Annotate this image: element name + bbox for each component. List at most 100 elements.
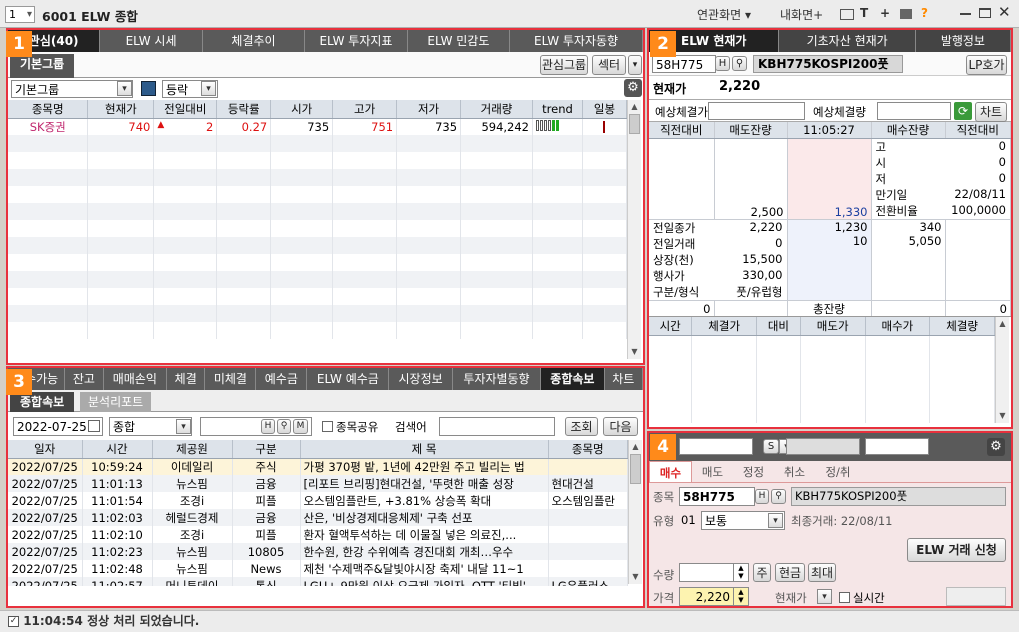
trade-col-qty[interactable]: 체결량 xyxy=(929,317,995,336)
tab-issue-info[interactable]: 발행정보 xyxy=(916,30,1011,52)
col-open[interactable]: 시가 xyxy=(270,100,334,119)
monitor-icon[interactable] xyxy=(840,9,854,20)
cash-button[interactable]: 현금 xyxy=(775,563,805,582)
print-icon[interactable] xyxy=(900,9,912,19)
scroll-thumb[interactable] xyxy=(630,454,641,484)
lp-quote-button[interactable]: LP호가 xyxy=(966,55,1007,75)
related-screen-menu[interactable]: 연관화면 ▾ xyxy=(697,6,751,23)
news-scrollbar[interactable]: ▲ ▼ xyxy=(628,440,642,584)
tab-elw-investor[interactable]: ELW 투자자동향 xyxy=(510,30,644,52)
chevron-down-icon[interactable]: ▾ xyxy=(768,513,783,528)
tab-modify-cancel[interactable]: 정/취 xyxy=(815,461,861,482)
more-dropdown-icon[interactable]: ▾ xyxy=(628,55,642,75)
col-name[interactable]: 종목명 xyxy=(8,100,89,119)
tab-elw-deposit[interactable]: ELW 예수금 xyxy=(307,368,390,390)
calendar-icon[interactable] xyxy=(88,420,100,432)
history-h-icon[interactable]: H xyxy=(715,56,730,71)
share-checkbox[interactable] xyxy=(322,421,333,432)
text-icon[interactable]: T xyxy=(860,6,868,20)
subtab-report[interactable]: 분석리포트 xyxy=(80,392,152,412)
account-field[interactable] xyxy=(679,438,753,455)
tab-elw-quote[interactable]: ELW 시세 xyxy=(100,30,203,52)
elw-trade-apply-button[interactable]: ELW 거래 신청 xyxy=(907,538,1006,562)
tab-market-info[interactable]: 시장정보 xyxy=(389,368,453,390)
grid-icon[interactable] xyxy=(141,81,156,96)
bid-prices[interactable]: 1,230 10 xyxy=(787,219,872,301)
tab-elw-indicator[interactable]: ELW 투자지표 xyxy=(305,30,408,52)
col-high[interactable]: 고가 xyxy=(332,100,398,119)
news-col-category[interactable]: 구분 xyxy=(232,440,301,459)
col-low[interactable]: 저가 xyxy=(396,100,462,119)
chevron-down-icon[interactable]: ▾ xyxy=(201,81,216,96)
search-icon[interactable]: ⚲ xyxy=(732,56,747,71)
trade-col-price[interactable]: 체결가 xyxy=(691,317,758,336)
gear-icon[interactable]: ⚙ xyxy=(987,438,1005,456)
tab-filled[interactable]: 체결 xyxy=(167,368,206,390)
chevron-down-icon[interactable]: ▾ xyxy=(817,589,832,604)
sector-button[interactable]: 섹터 xyxy=(592,55,626,75)
code-input[interactable]: 58H775 xyxy=(652,55,716,73)
history-h-icon[interactable]: H xyxy=(755,489,769,504)
news-row[interactable]: 2022/07/25 11:02:10 조경i 피플 환자 혈액투석하는 데 이물질 넣… xyxy=(8,526,628,543)
scroll-up-icon[interactable]: ▲ xyxy=(996,317,1009,331)
scroll-up-icon[interactable]: ▲ xyxy=(629,440,642,454)
history-h-icon[interactable]: H xyxy=(261,419,275,434)
tab-unfilled[interactable]: 미체결 xyxy=(205,368,257,390)
subtab-basic-group[interactable]: 기본그룹 xyxy=(10,54,75,78)
search-icon[interactable]: ⚲ xyxy=(771,489,786,504)
news-col-source[interactable]: 제공원 xyxy=(152,440,233,459)
news-row[interactable]: 2022/07/25 10:59:24 이데일리 주식 가평 370평 밭, 1년에 4… xyxy=(8,458,628,475)
tab-elw-sensitivity[interactable]: ELW 민감도 xyxy=(408,30,511,52)
chart-button[interactable]: 차트 xyxy=(975,102,1007,122)
minimize-icon[interactable] xyxy=(960,13,971,15)
tab-underlying[interactable]: 기초자산 현재가 xyxy=(779,30,916,52)
news-row[interactable]: 2022/07/25 11:01:13 뉴스핌 금융 [리포트 브리핑]현대건설, '뚜… xyxy=(8,475,628,492)
scroll-thumb[interactable] xyxy=(629,114,640,134)
maximize-icon[interactable] xyxy=(979,8,991,18)
help-icon[interactable]: ? xyxy=(921,6,928,20)
gear-icon[interactable]: ⚙ xyxy=(624,79,642,97)
max-button[interactable]: 최대 xyxy=(808,563,836,582)
chevron-down-icon[interactable]: ▾ xyxy=(176,419,191,434)
memo-m-icon[interactable]: M xyxy=(293,419,308,434)
ask-price[interactable]: 1,330 xyxy=(787,138,872,220)
col-daily[interactable]: 일봉 xyxy=(582,100,628,119)
scroll-down-icon[interactable]: ▼ xyxy=(996,409,1009,423)
group-select[interactable]: 기본그룹 xyxy=(11,80,133,98)
trades-scrollbar[interactable]: ▲ ▼ xyxy=(995,317,1009,423)
next-button[interactable]: 다음 xyxy=(603,417,638,436)
trade-col-diff[interactable]: 대비 xyxy=(756,317,801,336)
search-button[interactable]: 조회 xyxy=(565,417,598,436)
trade-col-bid[interactable]: 매수가 xyxy=(865,317,931,336)
col-volume[interactable]: 거래량 xyxy=(460,100,533,119)
tab-investor-trend[interactable]: 투자자별동향 xyxy=(453,368,542,390)
tab-deposit[interactable]: 예수금 xyxy=(256,368,308,390)
refresh-icon[interactable]: ⟳ xyxy=(954,102,972,120)
tab-news[interactable]: 종합속보 xyxy=(541,368,605,390)
search-icon[interactable]: ⚲ xyxy=(277,419,291,434)
news-col-date[interactable]: 일자 xyxy=(8,440,83,459)
table-row[interactable]: SK증권 740 ▲ 2 0.27 735 751 735 594,242 xyxy=(8,118,628,135)
col-change[interactable]: 전일대비 xyxy=(153,100,218,119)
window-number-select[interactable]: 1 xyxy=(5,6,35,23)
news-row[interactable]: 2022/07/25 11:02:48 뉴스핌 News 제천 '수제맥주&달빛야시장 … xyxy=(8,560,628,577)
scroll-down-icon[interactable]: ▼ xyxy=(628,345,641,359)
subtab-news[interactable]: 종합속보 xyxy=(10,392,75,412)
s-button[interactable]: S xyxy=(763,439,779,454)
news-col-stock[interactable]: 종목명 xyxy=(548,440,628,459)
plus-icon[interactable]: + xyxy=(880,6,890,20)
news-row[interactable]: 2022/07/25 11:02:57 머니투데이 통신 LGU+ 9만원 이상 요금제… xyxy=(8,577,628,586)
col-rate[interactable]: 등락률 xyxy=(216,100,272,119)
tab-chart[interactable]: 차트 xyxy=(605,368,644,390)
tab-cancel[interactable]: 취소 xyxy=(774,461,815,482)
tab-sell[interactable]: 매도 xyxy=(692,461,733,482)
chevron-down-icon[interactable]: ▾ xyxy=(117,81,132,96)
col-price[interactable]: 현재가 xyxy=(87,100,155,119)
order-code-input[interactable]: 58H775 xyxy=(679,487,755,506)
news-col-title[interactable]: 제 목 xyxy=(300,440,549,459)
scroll-up-icon[interactable]: ▲ xyxy=(628,100,641,114)
watch-group-button[interactable]: 관심그룹 xyxy=(540,55,588,75)
tab-modify[interactable]: 정정 xyxy=(733,461,774,482)
news-row[interactable]: 2022/07/25 11:01:54 조경i 피플 오스템임플란트, +3.81% 상… xyxy=(8,492,628,509)
news-row[interactable]: 2022/07/25 11:02:23 뉴스핌 10805 한수원, 한강 수위예측 경… xyxy=(8,543,628,560)
